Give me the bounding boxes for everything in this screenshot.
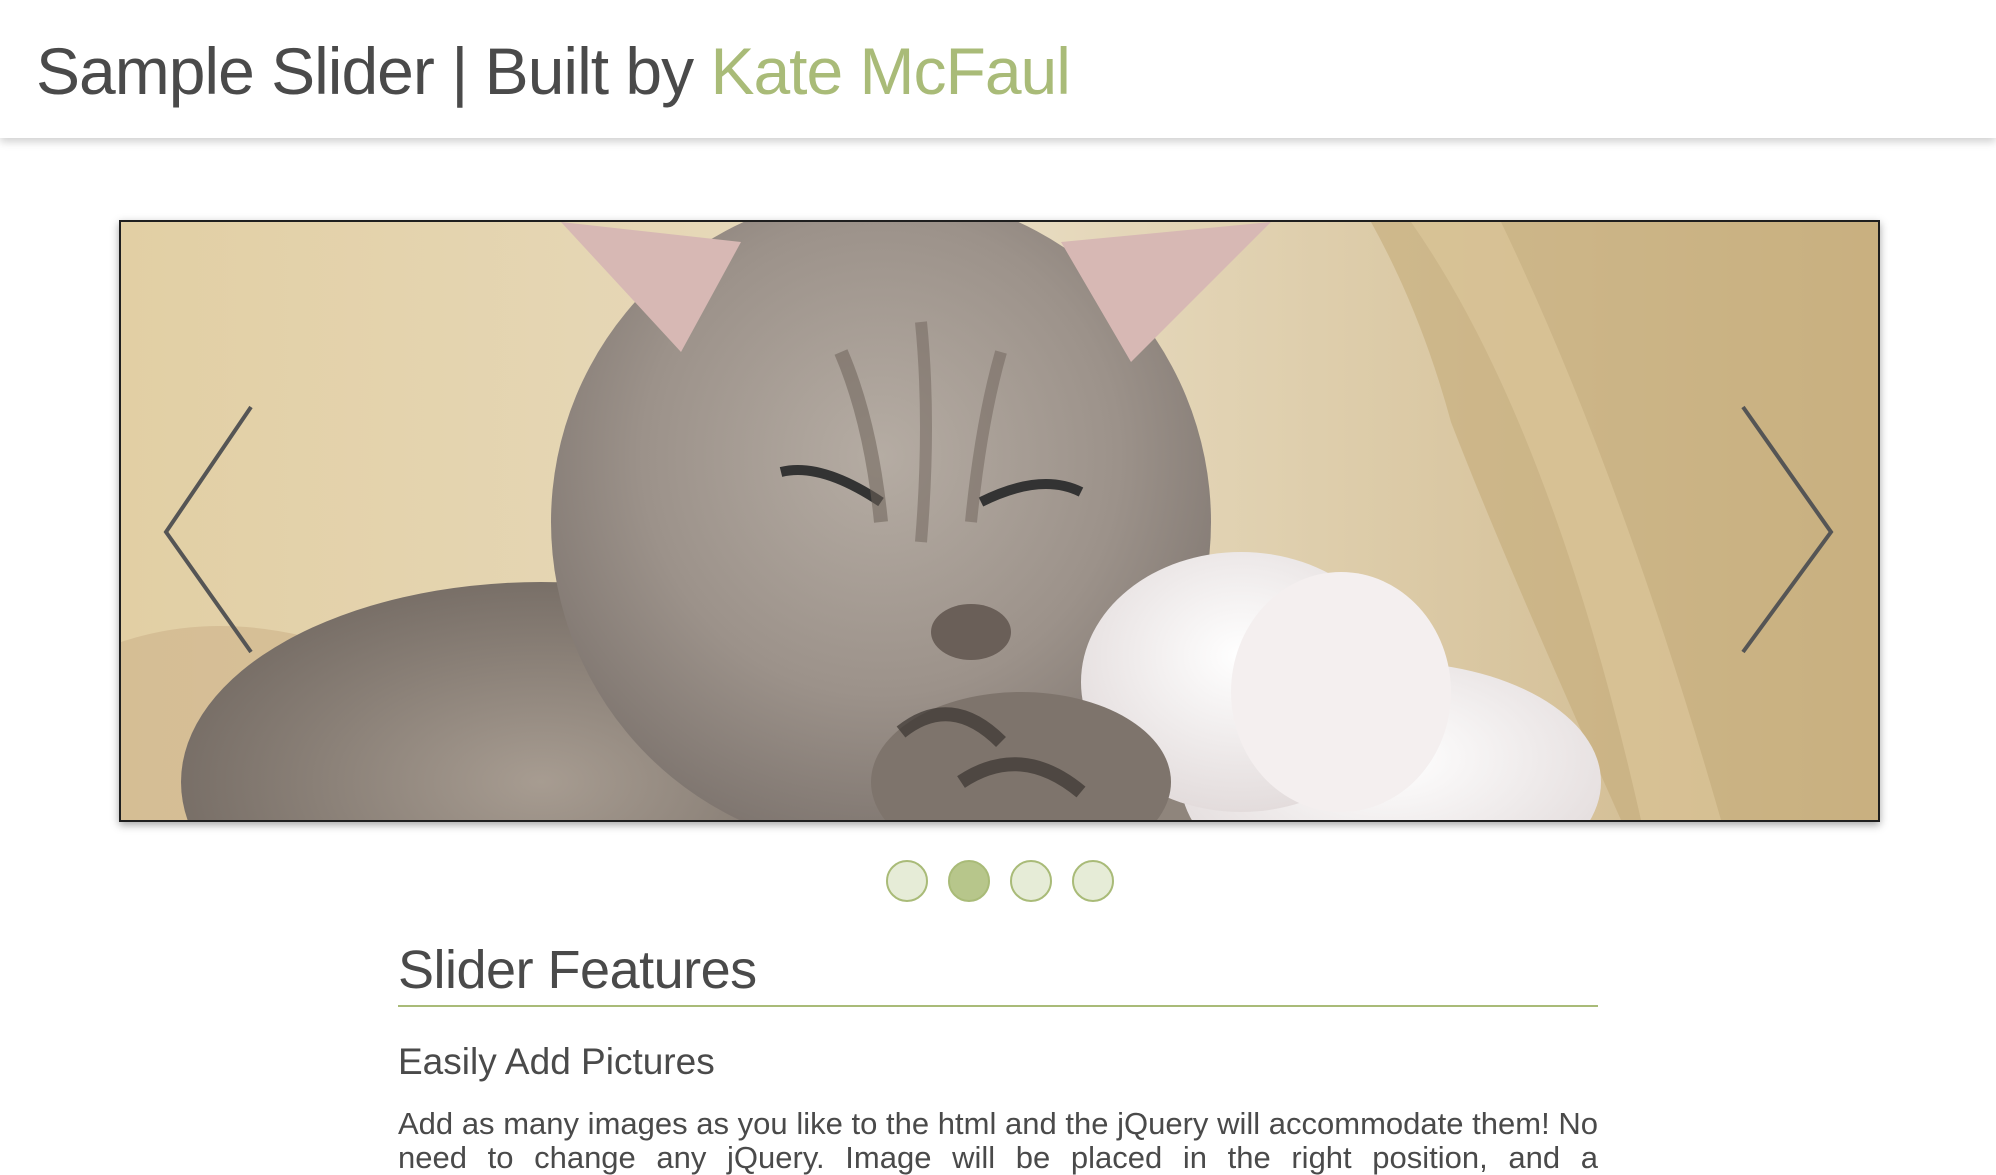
site-title: Sample Slider | Built by Kate McFaul: [36, 32, 1071, 110]
chevron-right-icon: [1741, 405, 1834, 654]
feature-title: Easily Add Pictures: [398, 1041, 715, 1082]
content-section: Slider Features Easily Add Pictures Add …: [398, 935, 1598, 1175]
slider-dot-2[interactable]: [948, 860, 990, 902]
slider-dot-4[interactable]: [1072, 860, 1114, 902]
slider-dot-1[interactable]: [886, 860, 928, 902]
section-title: Slider Features: [398, 935, 1598, 1007]
slide-image: [121, 222, 1878, 820]
slider-dot-3[interactable]: [1010, 860, 1052, 902]
slider-dots: [886, 860, 1114, 904]
feature-text: Add as many images as you like to the ht…: [398, 1106, 1598, 1175]
next-slide-button[interactable]: [1713, 397, 1853, 657]
prev-slide-button[interactable]: [146, 397, 286, 657]
chevron-left-icon: [163, 405, 253, 654]
site-header: Sample Slider | Built by Kate McFaul: [0, 0, 1996, 138]
author-link[interactable]: Kate McFaul: [710, 34, 1070, 108]
site-title-prefix: Sample Slider | Built by: [36, 34, 711, 108]
image-slider: [119, 220, 1880, 822]
